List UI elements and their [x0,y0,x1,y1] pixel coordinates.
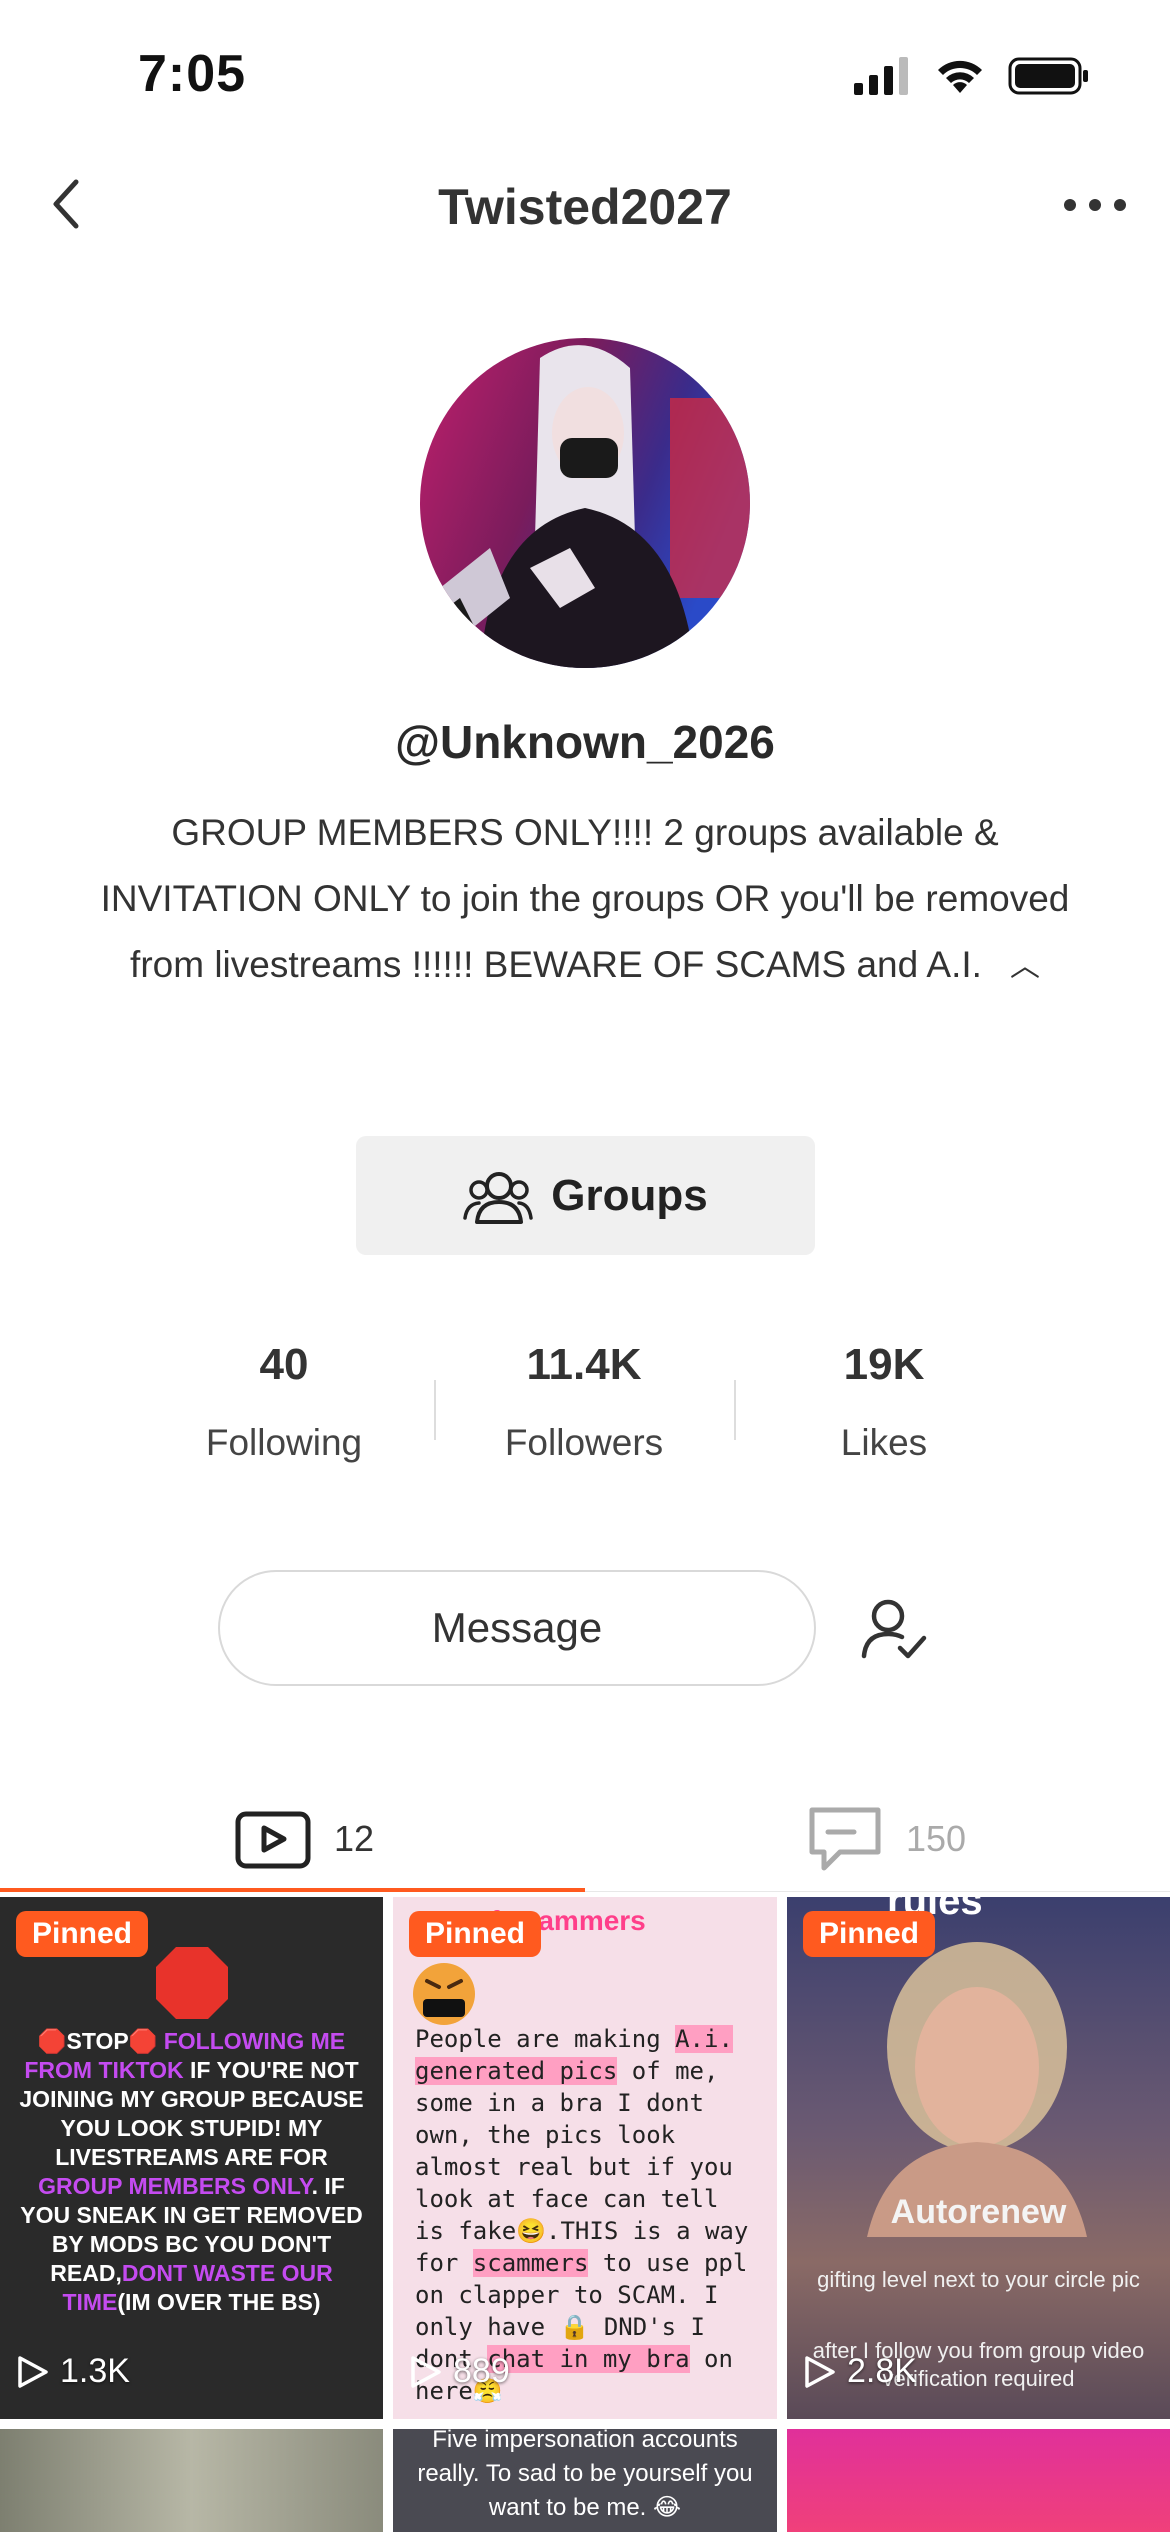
more-options-icon[interactable] [1060,180,1130,230]
video-tile[interactable]: Five impersonation accounts really. To s… [393,2429,777,2532]
stat-following[interactable]: 40 Following [134,1340,434,1464]
stat-value: 11.4K [526,1340,642,1389]
stat-followers[interactable]: 11.4K Followers [434,1340,734,1464]
stat-label: Likes [840,1422,928,1463]
stop-sign-icon [156,1947,228,2019]
content-tabs: 12 150 [0,1780,1170,1898]
avatar[interactable] [420,338,750,668]
tile-caption: People are making A.i. generated pics of… [415,2023,757,2407]
tile-caption: Five impersonation accounts really. To s… [417,2429,753,2521]
profile-stats: 40 Following 11.4K Followers 19K Likes [0,1340,1170,1490]
tab-count: 12 [334,1818,375,1859]
tab-count: 150 [906,1818,967,1859]
video-tile[interactable]: 🛑STOP🛑 FOLLOWING ME FROM TIKTOK IF YOU'R… [0,1897,383,2419]
message-button[interactable]: Message [218,1570,816,1686]
tab-comments[interactable]: 150 [806,1780,966,1898]
caption-part: scammers [472,2249,589,2277]
page-title: Twisted2027 [438,179,732,235]
cursing-face-icon [413,1963,475,2025]
groups-label: Groups [551,1170,708,1220]
portrait-figure [867,1942,1087,2237]
stat-label: Followers [504,1422,664,1463]
collapse-caret-icon[interactable]: ︿ [1010,934,1040,1000]
stat-likes: 19K Likes [734,1340,1034,1464]
message-label: Message [431,1604,603,1651]
caption-part: chat in my bra [487,2345,690,2373]
play-icon [411,2355,441,2388]
pinned-badge: Pinned [803,1911,936,1957]
bio-text: GROUP MEMBERS ONLY!!!! 2 groups availabl… [100,812,1070,985]
video-tile[interactable]: of scammers People are making A.i. gener… [393,1897,777,2419]
tab-videos[interactable]: 12 [234,1780,374,1898]
battery-icon [1008,57,1088,95]
nav-bar: Twisted2027 [0,160,1170,250]
groups-button[interactable]: Groups [356,1136,815,1255]
following-check-icon[interactable] [858,1594,928,1664]
active-tab-indicator [0,1888,585,1892]
video-tile[interactable]: rules Autorenew gifting level next to yo… [787,1897,1170,2419]
pinned-badge: Pinned [409,1911,542,1957]
view-count: 889 [407,2352,510,2391]
group-people-icon [463,1171,534,1224]
status-time: 7:05 [138,45,247,103]
caption-part: of me, some in a bra I dont own, the pic… [415,2057,749,2277]
video-icon [235,1811,311,1869]
view-count-value: 1.3K [60,2352,130,2390]
view-count-value: 889 [453,2352,510,2390]
caption-part: (IM OVER THE BS) [117,2289,321,2315]
caption-part: People are making [415,2025,676,2053]
view-count-value: 2.8K [847,2352,917,2390]
caption-part: GROUP MEMBERS ONLY [38,2173,312,2199]
wifi-icon [938,60,982,93]
profile-bio: GROUP MEMBERS ONLY!!!! 2 groups availabl… [100,800,1070,1000]
stat-label: Following [205,1422,363,1463]
play-icon [805,2355,835,2388]
view-count: 2.8K [801,2352,917,2391]
tile-title: Autorenew [890,2193,1067,2231]
stat-value: 19K [843,1340,925,1389]
tile-caption: 🛑STOP🛑 FOLLOWING ME FROM TIKTOK IF YOU'R… [14,2027,369,2317]
caption-part: 🛑STOP🛑 [37,2028,164,2054]
profile-handle: @Unknown_2026 [395,716,775,768]
stat-value: 40 [259,1340,309,1389]
status-icons [852,56,1090,96]
comment-icon [809,1807,881,1871]
status-bar: 7:05 [0,0,1170,150]
view-count: 1.3K [14,2352,130,2391]
tile-subtitle: gifting level next to your circle pic [817,2267,1140,2292]
video-tile[interactable] [787,2429,1170,2532]
pinned-badge: Pinned [16,1911,149,1957]
cellular-signal-icon [854,57,908,95]
play-icon [18,2355,48,2388]
video-tile[interactable] [0,2429,383,2532]
